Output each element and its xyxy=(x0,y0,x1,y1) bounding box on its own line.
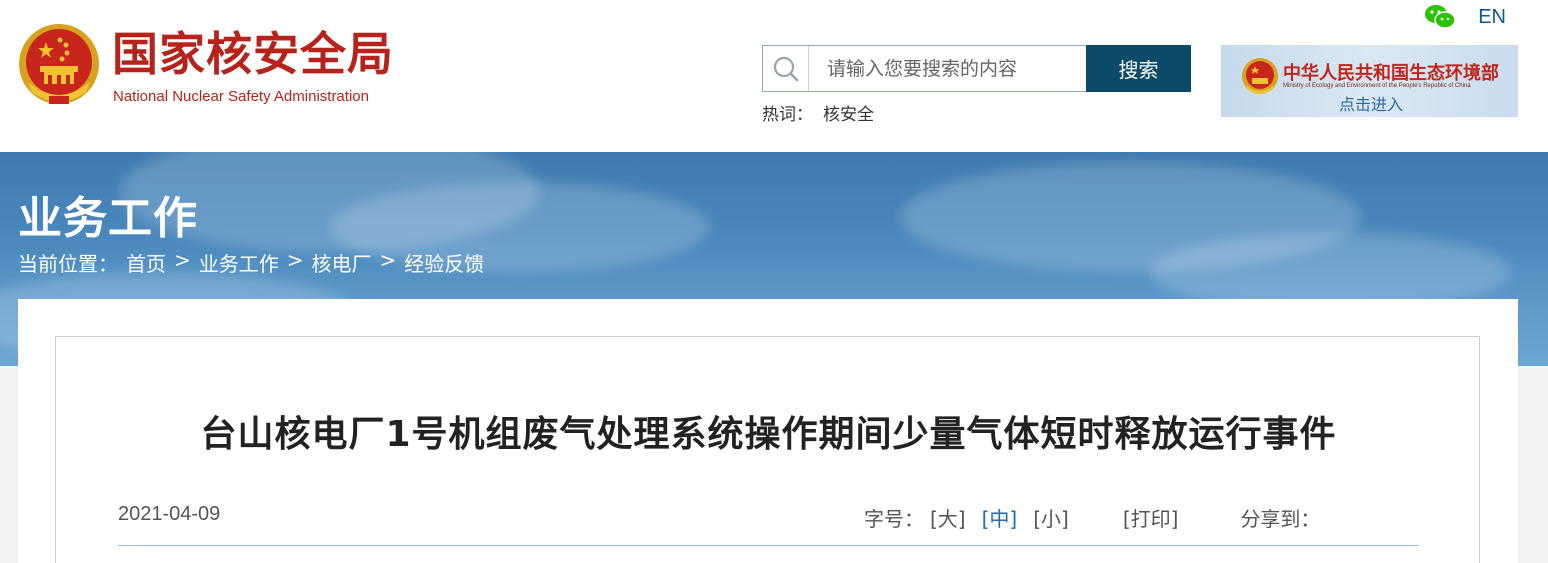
font-size-medium-link[interactable]: [中] xyxy=(982,503,1018,532)
breadcrumb-separator: > xyxy=(174,248,191,272)
hotwords: 热词： 核安全 xyxy=(762,100,874,125)
print-link[interactable]: [打印] xyxy=(1123,503,1179,532)
site-subtitle: National Nuclear Safety Administration xyxy=(113,88,369,105)
breadcrumb-separator: > xyxy=(286,248,304,272)
breadcrumb-nuclear-plant[interactable]: 核电厂 xyxy=(312,248,372,277)
breadcrumb-label: 当前位置： xyxy=(18,252,118,276)
font-size-small-link[interactable]: [小] xyxy=(1033,503,1069,532)
hotwords-label: 热词： xyxy=(762,105,813,125)
ministry-english-name: Ministry of Ecology and Environment of t… xyxy=(1283,83,1471,89)
breadcrumb-experience-feedback[interactable]: 经验反馈 xyxy=(404,248,484,277)
ministry-enter-label: 点击进入 xyxy=(1339,95,1404,114)
font-size-label: 字号： xyxy=(864,507,924,531)
title-divider xyxy=(118,545,1419,546)
search-input[interactable] xyxy=(809,48,1086,89)
article-title: 台山核电厂1号机组废气处理系统操作期间少量气体短时释放运行事件 xyxy=(200,414,1337,455)
article-tools: 字号： [大] [中] [小] [打印] 分享到： xyxy=(864,503,1320,532)
section-title: 业务工作 xyxy=(18,193,198,244)
search-button[interactable]: 搜索 xyxy=(1086,45,1191,92)
national-emblem-logo[interactable] xyxy=(16,22,102,110)
font-size-large-link[interactable]: [大] xyxy=(930,503,966,532)
ministry-emblem-icon xyxy=(1242,58,1278,94)
wechat-icon[interactable] xyxy=(1424,4,1456,30)
ministry-banner-link[interactable]: 中华人民共和国生态环境部 Ministry of Ecology and Env… xyxy=(1221,45,1518,117)
share-label: 分享到： xyxy=(1240,507,1321,531)
breadcrumb-separator: > xyxy=(379,248,397,272)
english-language-link[interactable]: EN xyxy=(1478,6,1506,29)
hotword-link[interactable]: 核安全 xyxy=(823,100,874,125)
article-container: 台山核电厂1号机组废气处理系统操作期间少量气体短时释放运行事件 2021-04-… xyxy=(55,336,1480,563)
site-header: 国家核安全局 National Nuclear Safety Administr… xyxy=(0,0,1548,152)
site-title[interactable]: 国家核安全局 xyxy=(112,26,394,82)
top-links: EN xyxy=(1424,4,1506,30)
search-box xyxy=(762,45,1086,92)
article-date: 2021-04-09 xyxy=(118,503,221,525)
ministry-name: 中华人民共和国生态环境部 xyxy=(1283,63,1499,84)
search-icon[interactable] xyxy=(763,46,809,91)
breadcrumb-business[interactable]: 业务工作 xyxy=(199,248,279,277)
breadcrumb: 当前位置： 首页 > 业务工作 > 核电厂 > 经验反馈 xyxy=(18,248,484,277)
breadcrumb-home[interactable]: 首页 xyxy=(126,248,166,277)
